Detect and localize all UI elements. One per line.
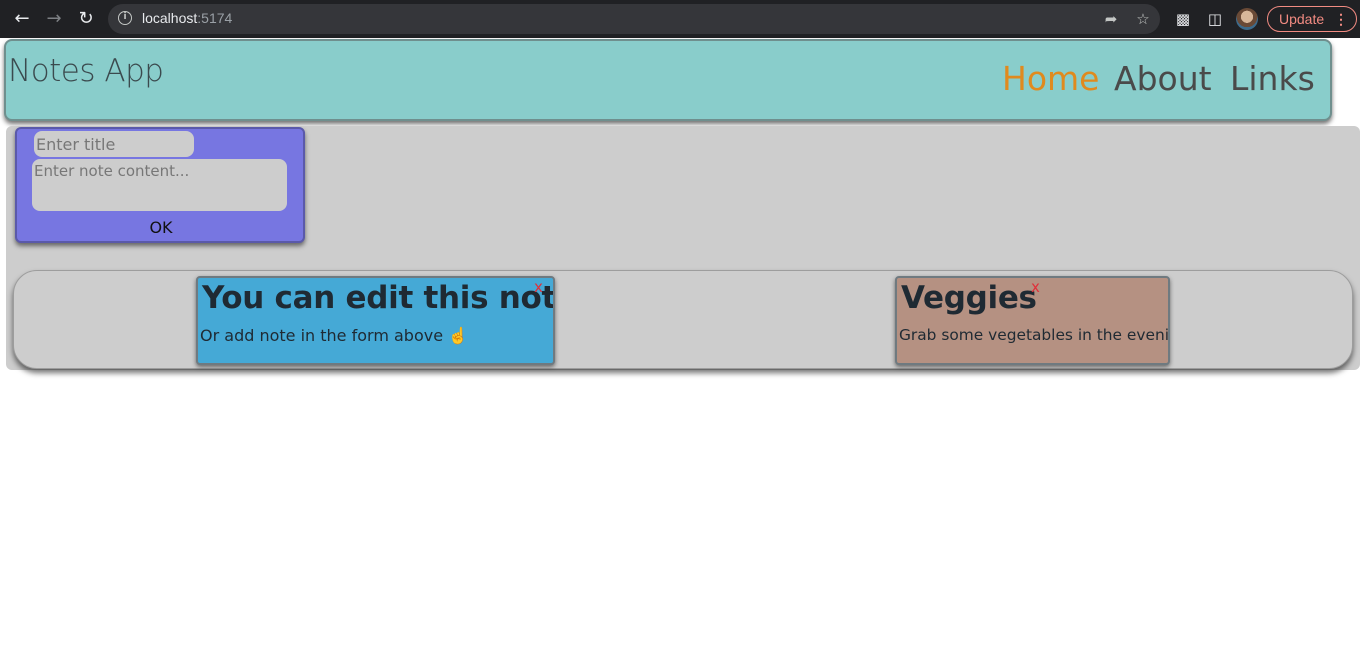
- side-panel-icon[interactable]: ◫: [1205, 9, 1225, 29]
- add-note-form: OK: [15, 127, 305, 243]
- note-content[interactable]: Grab some vegetables in the evening: [899, 326, 1168, 344]
- address-bar[interactable]: i localhost:5174 ➦ ☆: [108, 4, 1160, 34]
- puzzle-icon[interactable]: ▩: [1173, 9, 1193, 29]
- url-host: localhost: [142, 10, 198, 26]
- info-icon[interactable]: i: [118, 11, 132, 25]
- nav-link-home[interactable]: Home: [1002, 59, 1099, 98]
- nav-link-about[interactable]: About: [1114, 59, 1212, 98]
- delete-note-button[interactable]: x: [534, 278, 543, 296]
- update-button[interactable]: Update ⋮: [1267, 6, 1357, 32]
- browser-toolbar: ← → ↻ i localhost:5174 ➦ ☆ ▩ ◫ Update ⋮: [0, 0, 1360, 38]
- title-input[interactable]: [34, 131, 194, 157]
- back-arrow-icon[interactable]: ←: [10, 7, 34, 31]
- note-title[interactable]: Veggies: [901, 280, 1037, 316]
- ok-button[interactable]: OK: [137, 216, 185, 238]
- share-icon[interactable]: ➦: [1102, 10, 1120, 28]
- more-menu-icon[interactable]: ⋮: [1334, 7, 1348, 31]
- avatar[interactable]: [1236, 8, 1258, 30]
- update-label: Update: [1279, 11, 1325, 27]
- app-title: Notes App: [8, 53, 164, 89]
- nav-link-links[interactable]: Links: [1230, 59, 1315, 98]
- note-content[interactable]: Or add note in the form above ☝️: [200, 326, 468, 345]
- note-card[interactable]: Veggies x Grab some vegetables in the ev…: [895, 276, 1170, 365]
- reload-icon[interactable]: ↻: [74, 7, 98, 31]
- forward-arrow-icon[interactable]: →: [42, 7, 66, 31]
- note-title[interactable]: You can edit this note: [202, 280, 553, 316]
- url-text: localhost:5174: [142, 10, 232, 26]
- app-header: Notes App Home About Links: [4, 39, 1332, 121]
- note-card[interactable]: You can edit this note x Or add note in …: [196, 276, 555, 365]
- delete-note-button[interactable]: x: [1031, 278, 1040, 296]
- note-content-input[interactable]: [32, 159, 287, 211]
- url-port: :5174: [197, 10, 233, 26]
- star-icon[interactable]: ☆: [1134, 10, 1152, 28]
